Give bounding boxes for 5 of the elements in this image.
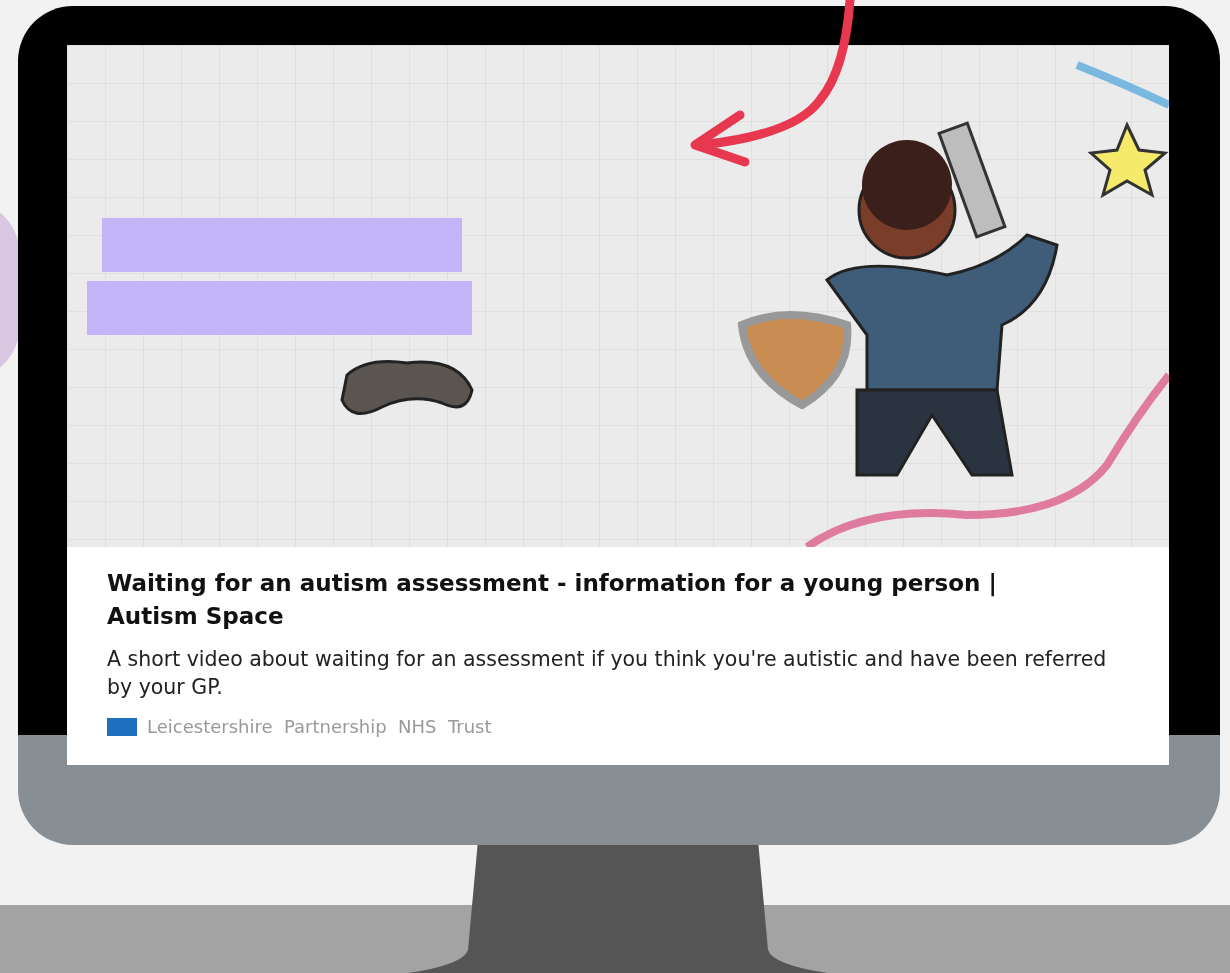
logo-icon [107, 717, 137, 736]
source-name: Leicestershire Partnership NHS Trust [147, 715, 492, 739]
card-title: Waiting for an autism assessment - information for a young person | Autism Space [107, 569, 998, 631]
link-preview-card[interactable] [67, 45, 1169, 765]
card-description: A short video about waiting for an assessment if you think you're autistic and have been referred by your GP. [107, 646, 1108, 701]
